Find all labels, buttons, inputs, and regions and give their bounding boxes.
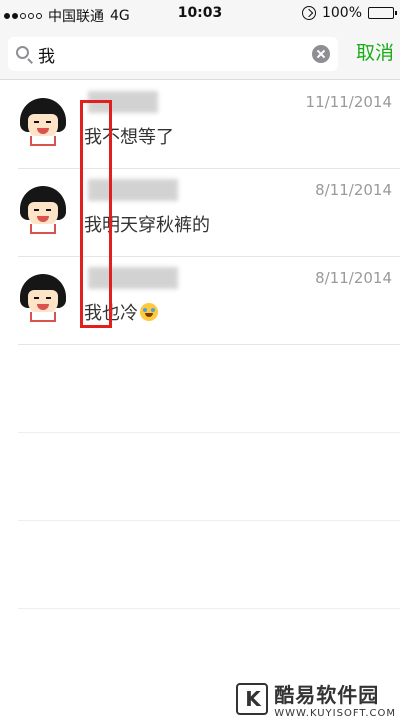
result-row[interactable]: 8/11/2014 我明天穿秋裤的 bbox=[18, 169, 400, 257]
watermark: 酷易软件园 WWW.KUYISOFT.COM bbox=[236, 679, 396, 719]
watermark-title: 酷易软件园 bbox=[274, 683, 380, 707]
crying-laughing-emoji-icon bbox=[140, 303, 158, 321]
empty-row bbox=[18, 345, 400, 433]
cancel-button[interactable]: 取消 bbox=[356, 38, 394, 65]
watermark-url: WWW.KUYISOFT.COM bbox=[274, 708, 396, 719]
status-right: 100% bbox=[301, 5, 397, 21]
search-area: 取消 bbox=[0, 28, 400, 80]
search-icon bbox=[16, 46, 29, 59]
search-box[interactable] bbox=[8, 37, 338, 71]
avatar bbox=[18, 272, 68, 322]
avatar bbox=[18, 96, 68, 146]
rotation-lock-icon bbox=[301, 6, 316, 20]
empty-row bbox=[18, 521, 400, 609]
row-date: 8/11/2014 bbox=[315, 181, 392, 199]
search-input[interactable] bbox=[38, 42, 298, 66]
clear-icon[interactable] bbox=[312, 45, 330, 63]
highlight-annotation-box bbox=[80, 100, 112, 328]
battery-label: 100% bbox=[321, 5, 362, 21]
empty-row bbox=[18, 433, 400, 521]
result-row[interactable]: 11/11/2014 我不想等了 bbox=[18, 81, 400, 169]
row-date: 8/11/2014 bbox=[315, 269, 392, 287]
row-date: 11/11/2014 bbox=[305, 93, 392, 111]
avatar bbox=[18, 184, 68, 234]
watermark-logo-icon bbox=[236, 683, 269, 715]
search-results: 11/11/2014 我不想等了 8/11/2014 我明天穿秋裤的 8/11/… bbox=[0, 81, 400, 609]
watermark-text: 酷易软件园 WWW.KUYISOFT.COM bbox=[274, 679, 396, 719]
battery-icon bbox=[368, 7, 397, 19]
result-row[interactable]: 8/11/2014 我也冷 bbox=[18, 257, 400, 345]
status-bar: 中国联通 4G 10:03 100% bbox=[0, 0, 400, 28]
